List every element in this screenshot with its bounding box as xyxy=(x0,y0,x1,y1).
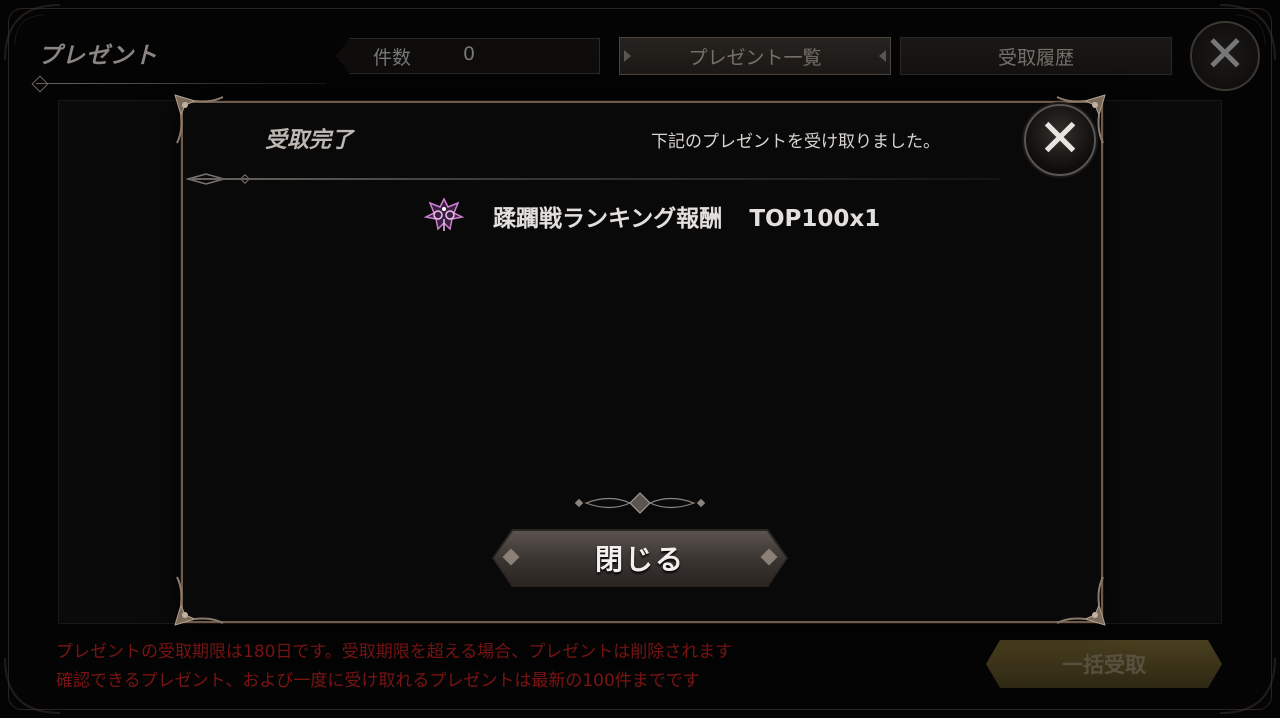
present-count-box: 件数 0 xyxy=(336,38,600,74)
bottom-divider-ornament-icon xyxy=(360,492,920,514)
corner-ornament-icon xyxy=(1219,4,1276,61)
bulk-receive-button[interactable]: 一括受取 xyxy=(986,640,1222,688)
tab-receive-history[interactable]: 受取履歴 xyxy=(900,37,1172,75)
dialog-corner-ornament-icon xyxy=(1056,576,1106,626)
corner-ornament-icon xyxy=(4,4,61,61)
reward-amount: TOP100x1 xyxy=(749,206,881,232)
count-label: 件数 xyxy=(373,47,412,69)
dialog-close-button[interactable]: ✕ xyxy=(1024,104,1096,176)
dialog-corner-ornament-icon xyxy=(174,576,224,626)
expiry-notice: プレゼントの受取期限は180日です。受取期限を超える場合、プレゼントは削除されま… xyxy=(56,642,733,662)
dialog-corner-ornament-icon xyxy=(174,94,224,144)
dialog-header-divider xyxy=(190,178,1000,180)
corner-ornament-icon xyxy=(1219,657,1276,714)
dialog-message: 下記のプレゼントを受け取りました。 xyxy=(651,132,940,152)
reward-item: 蹂躙戦ランキング報酬 TOP100x1 xyxy=(493,199,880,233)
reward-name: 蹂躙戦ランキング報酬 xyxy=(493,206,723,232)
crest-icon xyxy=(424,197,464,231)
count-value: 0 xyxy=(463,43,476,65)
close-button-label: 閉じる xyxy=(494,531,786,585)
corner-ornament-icon xyxy=(4,657,61,714)
close-button[interactable]: 閉じる xyxy=(492,529,788,587)
tab-present-list[interactable]: プレゼント一覧 xyxy=(619,37,891,75)
dialog-title: 受取完了 xyxy=(265,128,354,153)
limit-notice: 確認できるプレゼント、および一度に受け取れるプレゼントは最新の100件までです xyxy=(56,671,700,691)
